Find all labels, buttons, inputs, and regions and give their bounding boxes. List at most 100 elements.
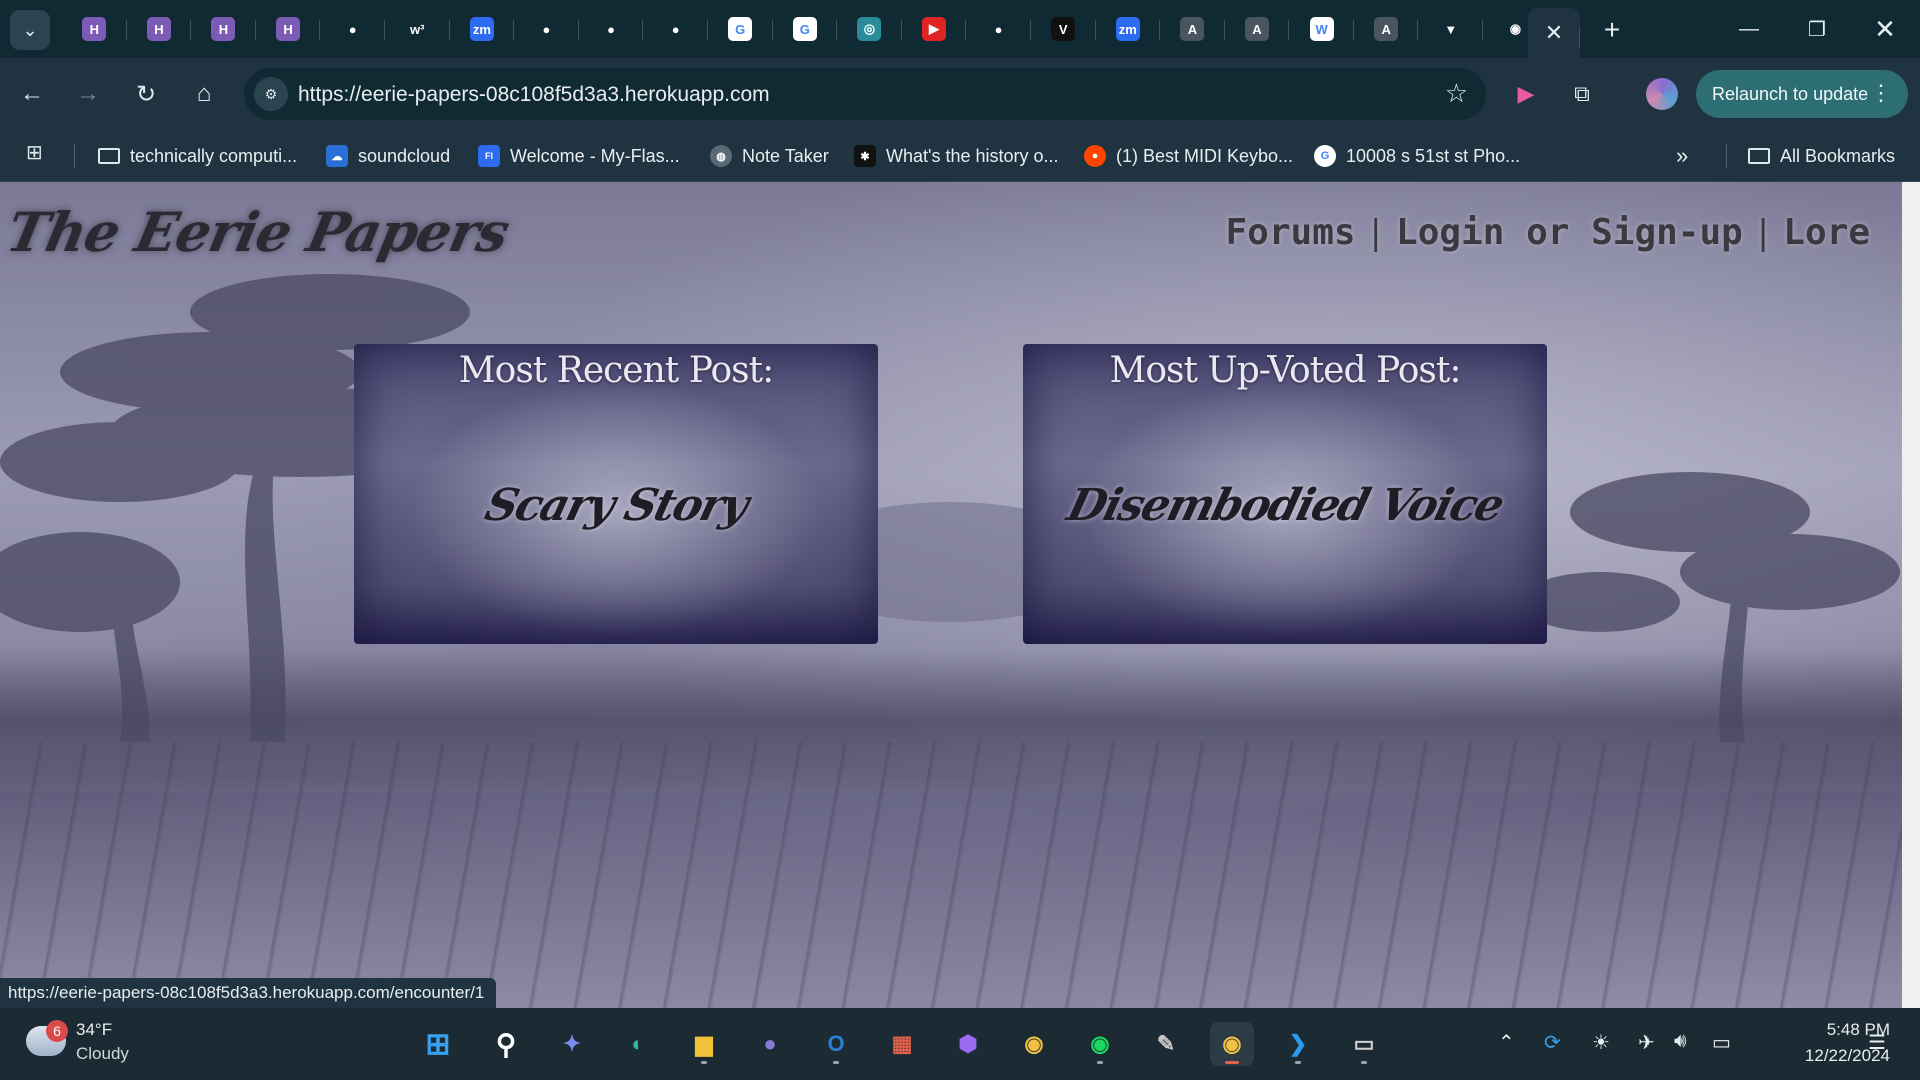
spotify-icon[interactable]: ◉ bbox=[1078, 1022, 1122, 1066]
vscode-icon[interactable]: ❯ bbox=[1276, 1022, 1320, 1066]
browser-tab[interactable]: ◎ bbox=[837, 0, 902, 58]
browser-tab[interactable]: H bbox=[127, 0, 192, 58]
relaunch-button[interactable]: Relaunch to update ⋮ bbox=[1696, 70, 1908, 118]
microsoft-store-icon[interactable]: ▦ bbox=[880, 1022, 924, 1066]
nav-lore-link[interactable]: Lore bbox=[1783, 212, 1870, 253]
heroku-icon: H bbox=[146, 17, 171, 41]
active-tab-close-button[interactable]: ✕ bbox=[1528, 8, 1580, 58]
most-upvoted-post-card[interactable]: Most Up-Voted Post: Disembodied Voice bbox=[1023, 344, 1547, 644]
browser-tab[interactable]: ▼ bbox=[1418, 0, 1483, 58]
browser-tab[interactable]: zm bbox=[450, 0, 515, 58]
tab-search-button[interactable]: ⌄ bbox=[10, 10, 50, 50]
sync-icon[interactable]: ⟳ bbox=[1544, 1030, 1561, 1055]
app-moon-icon[interactable]: ● bbox=[748, 1022, 792, 1066]
browser-tab[interactable]: ● bbox=[514, 0, 579, 58]
notifications-icon[interactable]: ☰ bbox=[1868, 1030, 1886, 1055]
chrome-active-icon[interactable]: ◉ bbox=[1210, 1022, 1254, 1066]
airplane-mode-icon[interactable]: ✈ bbox=[1638, 1030, 1655, 1055]
minimize-button[interactable]: — bbox=[1714, 0, 1784, 58]
bookmark-soundcloud[interactable]: ☁ soundcloud bbox=[326, 130, 450, 182]
most-recent-post-card[interactable]: Most Recent Post: Scary Story bbox=[354, 344, 878, 644]
bookmark-star-icon[interactable]: ☆ bbox=[1445, 78, 1468, 109]
browser-tab[interactable]: G bbox=[773, 0, 838, 58]
a-circle-icon: A bbox=[1180, 17, 1205, 41]
browser-tab[interactable]: W bbox=[1289, 0, 1354, 58]
restore-button[interactable]: ❐ bbox=[1782, 0, 1852, 58]
browser-tab[interactable]: H bbox=[62, 0, 127, 58]
outlook-icon[interactable]: O bbox=[814, 1022, 858, 1066]
bookmark-address[interactable]: G 10008 s 51st st Pho... bbox=[1314, 130, 1520, 182]
windows-start-icon[interactable]: ⊞ bbox=[416, 1022, 460, 1066]
terminal-icon[interactable]: ▭ bbox=[1342, 1022, 1386, 1066]
bookmark-midi-keyboard[interactable]: ● (1) Best MIDI Keybo... bbox=[1084, 130, 1293, 182]
reddit-icon: ● bbox=[1084, 145, 1106, 167]
browser-tab[interactable]: ▶ bbox=[902, 0, 967, 58]
folder-icon bbox=[1748, 148, 1770, 164]
gimp-icon[interactable]: ✎ bbox=[1144, 1022, 1188, 1066]
weather-temperature[interactable]: 34°F bbox=[76, 1020, 112, 1040]
extensions-puzzle-icon[interactable]: ⧉ bbox=[1564, 76, 1600, 112]
bookmark-note-taker[interactable]: ◍ Note Taker bbox=[710, 130, 829, 182]
show-hidden-icons-chevron-icon[interactable]: ⌃ bbox=[1498, 1030, 1515, 1055]
back-button[interactable]: ← bbox=[12, 74, 52, 114]
github-icon: ● bbox=[599, 17, 624, 41]
link-status-bar: https://eerie-papers-08c108f5d3a3.heroku… bbox=[0, 978, 497, 1008]
browser-tab[interactable]: A bbox=[1354, 0, 1419, 58]
search-icon[interactable]: ⚲ bbox=[484, 1022, 528, 1066]
menu-dots-icon[interactable]: ⋮ bbox=[1870, 80, 1892, 106]
apps-grid-icon[interactable]: ⊞ bbox=[26, 140, 52, 166]
home-button[interactable]: ⌂ bbox=[184, 74, 224, 114]
zoom-icon: zm bbox=[1115, 17, 1140, 41]
reload-button[interactable]: ↻ bbox=[126, 74, 166, 114]
bookmarks-bar: ⊞ technically computi... ☁ soundcloud Fl… bbox=[0, 130, 1920, 182]
running-indicator bbox=[1097, 1061, 1103, 1064]
browser-tab[interactable]: H bbox=[191, 0, 256, 58]
profile-avatar[interactable] bbox=[1646, 78, 1678, 110]
browser-tab[interactable]: ● bbox=[643, 0, 708, 58]
browser-tab[interactable]: zm bbox=[1096, 0, 1161, 58]
browser-tab[interactable]: ● bbox=[320, 0, 385, 58]
post-title-link[interactable]: Scary Story bbox=[354, 480, 878, 531]
site-title-logo[interactable]: The Eerie Papers bbox=[1, 200, 514, 264]
running-indicator bbox=[1295, 1061, 1301, 1064]
volume-icon[interactable]: 🔊︎ bbox=[1674, 1030, 1687, 1053]
bookmark-history[interactable]: ✱ What's the history o... bbox=[854, 130, 1059, 182]
browser-tab[interactable]: V bbox=[1031, 0, 1096, 58]
chrome-icon[interactable]: ◉ bbox=[1012, 1022, 1056, 1066]
close-window-button[interactable]: ✕ bbox=[1850, 0, 1920, 58]
extension-pink-icon[interactable]: ▶ bbox=[1508, 76, 1544, 112]
site-info-icon[interactable]: ⚙ bbox=[254, 77, 288, 111]
weather-tray-icon[interactable]: ☀ bbox=[1592, 1030, 1610, 1055]
heroku-icon: H bbox=[276, 17, 301, 41]
all-bookmarks-button[interactable]: All Bookmarks bbox=[1748, 130, 1895, 182]
copilot-app-icon[interactable]: ⬢ bbox=[946, 1022, 990, 1066]
edge-icon[interactable]: ◐ bbox=[616, 1022, 660, 1066]
bookmark-technically-computing[interactable]: technically computi... bbox=[98, 130, 297, 182]
browser-tab[interactable]: ● bbox=[579, 0, 644, 58]
browser-tab[interactable]: G bbox=[708, 0, 773, 58]
bookmark-label: soundcloud bbox=[358, 145, 451, 166]
new-tab-button[interactable]: + bbox=[1594, 12, 1630, 48]
weather-badge: 6 bbox=[46, 1020, 68, 1042]
browser-toolbar: ← → ↻ ⌂ ⚙ https://eerie-papers-08c108f5d… bbox=[0, 58, 1920, 130]
browser-tab[interactable]: A bbox=[1160, 0, 1225, 58]
url-text[interactable]: https://eerie-papers-08c108f5d3a3.heroku… bbox=[298, 83, 770, 107]
nav-login-link[interactable]: Login or Sign-up bbox=[1396, 212, 1743, 253]
post-title-link[interactable]: Disembodied Voice bbox=[1023, 480, 1547, 531]
browser-tab[interactable]: A bbox=[1225, 0, 1290, 58]
bookmark-my-flask[interactable]: Fl Welcome - My-Flas... bbox=[478, 130, 680, 182]
forward-button[interactable]: → bbox=[68, 74, 108, 114]
copilot-icon[interactable]: ✦ bbox=[550, 1022, 594, 1066]
browser-tab[interactable]: w³ bbox=[385, 0, 450, 58]
address-bar[interactable]: ⚙ https://eerie-papers-08c108f5d3a3.hero… bbox=[244, 68, 1486, 120]
browser-tab[interactable]: H bbox=[256, 0, 321, 58]
page-scrollbar[interactable] bbox=[1902, 182, 1920, 1008]
battery-icon[interactable]: ▭ bbox=[1712, 1030, 1731, 1055]
browser-tab[interactable]: ● bbox=[966, 0, 1031, 58]
nav-forums-link[interactable]: Forums bbox=[1226, 212, 1356, 253]
weather-condition[interactable]: Cloudy bbox=[76, 1044, 129, 1064]
google-icon: G bbox=[1314, 145, 1336, 167]
more-bookmarks-chevron-icon[interactable]: » bbox=[1676, 130, 1688, 182]
file-explorer-icon[interactable]: ▆ bbox=[682, 1022, 726, 1066]
tab-list: H H H H ● w³ zm ● ● ● G G ◎ ▶ ● Vzm A A W A ▼ ◉ bbox=[62, 0, 1548, 58]
